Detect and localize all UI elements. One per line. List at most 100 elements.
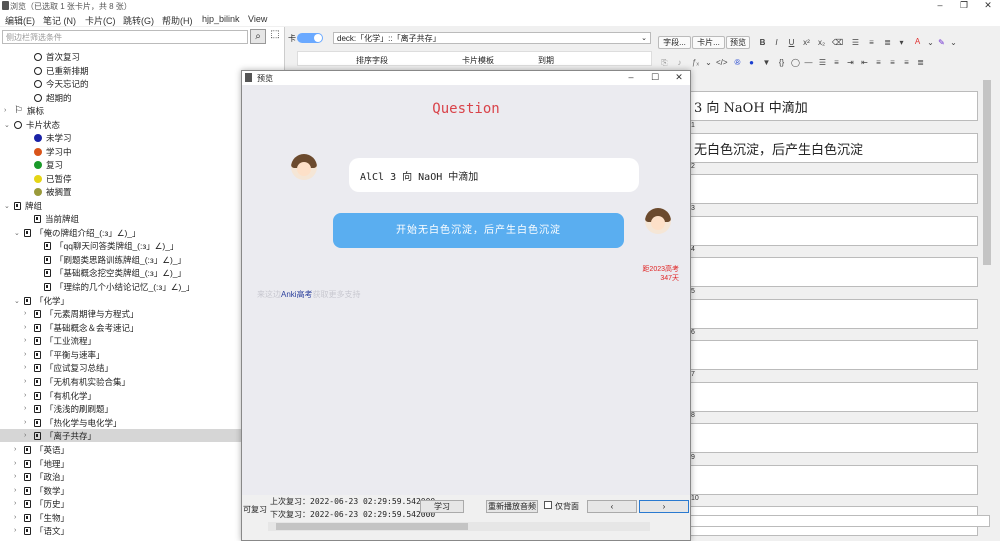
menu-go[interactable]: 跳转(G) [123, 14, 154, 27]
sidebar-item[interactable]: › 「语文」 [14, 524, 69, 537]
bold-icon[interactable]: B [757, 37, 768, 49]
search-icon[interactable]: ⌕ [250, 29, 266, 44]
subscript-icon[interactable]: x₂ [816, 37, 827, 49]
sidebar-item[interactable]: › 「数学」 [14, 484, 69, 497]
circle-icon[interactable]: ◯ [790, 57, 801, 69]
next-card-button[interactable]: › [639, 500, 689, 513]
sidebar-item[interactable]: 首次复习 [24, 50, 80, 63]
sidebar-item[interactable]: › 「有机化学」 [24, 389, 96, 402]
align-center-icon[interactable]: ≡ [887, 57, 898, 69]
numbered-list-icon[interactable]: ≡ [831, 57, 842, 69]
sidebar-item[interactable]: 「刷题类思路训练牌组_(:з」∠)_」 [34, 253, 186, 266]
chevron-right-icon[interactable]: › [14, 500, 20, 507]
chevron-down-icon[interactable]: ▾ [896, 37, 907, 49]
sidebar-item[interactable]: ⌄ 「俺の牌组介绍_(:з」∠)_」 [14, 226, 141, 239]
editor-scrollbar[interactable] [981, 75, 993, 507]
sidebar-item[interactable]: 未学习 [24, 131, 72, 144]
chevron-right-icon[interactable]: › [24, 337, 30, 344]
card-note-toggle[interactable] [297, 33, 323, 43]
chevron-down-icon[interactable]: ⌄ [641, 33, 647, 44]
chevron-down-icon[interactable]: ⌄ [925, 37, 936, 49]
sidebar-filter-input[interactable]: 侧边栏筛选条件 [2, 30, 248, 44]
sidebar-item[interactable]: 今天忘记的 [24, 77, 89, 90]
chevron-right-icon[interactable]: › [14, 473, 20, 480]
chevron-right-icon[interactable]: › [24, 419, 30, 426]
close-button[interactable]: ✕ [667, 72, 691, 83]
sidebar-item[interactable]: 当前牌组 [24, 212, 79, 225]
cloze-icon[interactable]: ® [732, 57, 743, 69]
sidebar-item[interactable]: › 「热化学与电化学」 [24, 416, 122, 429]
highlight-icon[interactable]: ✎ [936, 37, 947, 49]
column-sort-field[interactable]: 排序字段 [356, 55, 388, 66]
field-input[interactable] [687, 298, 978, 329]
formula-icon[interactable]: ƒₓ [690, 57, 701, 69]
align-icon[interactable]: ≣ [882, 37, 893, 49]
menu-help[interactable]: 帮助(H) [162, 14, 193, 27]
tags-input[interactable] [682, 515, 990, 527]
field-input[interactable]: 无白色沉淀，后产生白色沉淀 [687, 132, 978, 163]
menu-hjp-bilink[interactable]: hjp_bilink [202, 14, 240, 24]
ordered-list-icon[interactable]: ≡ [866, 37, 877, 49]
sidebar-item[interactable]: › 「平衡与速率」 [24, 348, 105, 361]
sidebar-item[interactable]: 「qq聊天问答类牌组_(:з」∠)_」 [34, 239, 178, 252]
sidebar-item[interactable]: › 「应试复习总结」 [24, 361, 113, 374]
close-button[interactable]: ✕ [976, 0, 1000, 11]
sidebar-item[interactable]: 超期的 [24, 91, 72, 104]
blue-dot-icon[interactable]: ● [746, 57, 757, 69]
fields-button[interactable]: 字段... [658, 36, 691, 49]
hr-icon[interactable]: — [803, 57, 814, 69]
sidebar-item[interactable]: › 「基础概念＆会考速记」 [24, 321, 139, 334]
html-editor-icon[interactable]: </> [716, 57, 728, 69]
attachment-icon[interactable]: ⎘ [659, 57, 670, 69]
anki-gaokao-link[interactable]: Anki高考 [281, 290, 313, 299]
scrollbar-thumb[interactable] [276, 523, 468, 530]
sidebar-item[interactable]: › 「元素周期律与方程式」 [24, 307, 139, 320]
sidebar-item[interactable]: › 「政治」 [14, 470, 69, 483]
chevron-right-icon[interactable]: › [24, 310, 30, 317]
sidebar-item[interactable]: › 「浅浅的刷刷题」 [24, 402, 113, 415]
chevron-right-icon[interactable]: › [14, 527, 20, 534]
chevron-down-icon[interactable]: ⌄ [14, 297, 20, 305]
chevron-right-icon[interactable]: › [24, 392, 30, 399]
chevron-right-icon[interactable]: › [24, 378, 30, 385]
sidebar-item[interactable]: › ⚐ 旗标 [4, 104, 44, 117]
sidebar-item[interactable]: 「理综的几个小结论记忆_(:з」∠)_」 [34, 280, 195, 293]
previous-card-button[interactable]: ‹ [587, 500, 637, 513]
sidebar-item[interactable]: › 「历史」 [14, 497, 69, 510]
chevron-down-icon[interactable]: ⌄ [4, 202, 10, 210]
align-justify-icon[interactable]: ≣ [915, 57, 926, 69]
sidebar-item[interactable]: › 「无机有机实验合集」 [24, 375, 130, 388]
sidebar-item[interactable]: 已重新排期 [24, 64, 89, 77]
align-left-icon[interactable]: ≡ [873, 57, 884, 69]
align-right-icon[interactable]: ≡ [901, 57, 912, 69]
menu-notes[interactable]: 笔记 (N) [43, 14, 76, 27]
back-only-checkbox[interactable] [544, 501, 552, 509]
minimize-button[interactable]: – [928, 0, 952, 10]
cards-button[interactable]: 卡片... [692, 36, 725, 49]
outdent-icon[interactable]: ⇤ [859, 57, 870, 69]
preview-button[interactable]: 预览 [726, 36, 750, 49]
learn-button[interactable]: 学习 [420, 500, 464, 513]
chevron-right-icon[interactable]: › [24, 432, 30, 439]
chevron-right-icon[interactable]: › [14, 446, 20, 453]
field-input[interactable]: 3 向 NaOH 中滴加 [687, 91, 978, 121]
chevron-right-icon[interactable]: › [24, 364, 30, 371]
sidebar-item[interactable]: 「基础概念挖空类牌组_(:з」∠)_」 [34, 266, 186, 279]
list-icon[interactable]: ☰ [817, 57, 828, 69]
minimize-button[interactable]: – [619, 72, 643, 82]
menu-view[interactable]: View [248, 14, 267, 24]
sidebar-item[interactable]: 学习中 [24, 145, 72, 158]
sidebar-item[interactable]: ⌄ 「化学」 [14, 294, 69, 307]
column-due[interactable]: 到期 [538, 55, 554, 66]
sidebar-item[interactable]: ⌄ 牌组 [4, 199, 42, 212]
chevron-down-icon[interactable]: ⌄ [703, 57, 714, 69]
italic-icon[interactable]: I [771, 37, 782, 49]
chevron-right-icon[interactable]: › [24, 351, 30, 358]
maximize-button[interactable]: ❐ [952, 0, 976, 11]
sidebar-item[interactable]: › 「英语」 [14, 443, 69, 456]
field-input[interactable] [687, 215, 978, 246]
select-mode-icon[interactable]: ⬚ [268, 29, 282, 44]
field-input[interactable] [687, 174, 978, 204]
column-card-template[interactable]: 卡片模板 [462, 55, 494, 66]
sidebar-item[interactable]: › 「工业流程」 [24, 334, 96, 347]
